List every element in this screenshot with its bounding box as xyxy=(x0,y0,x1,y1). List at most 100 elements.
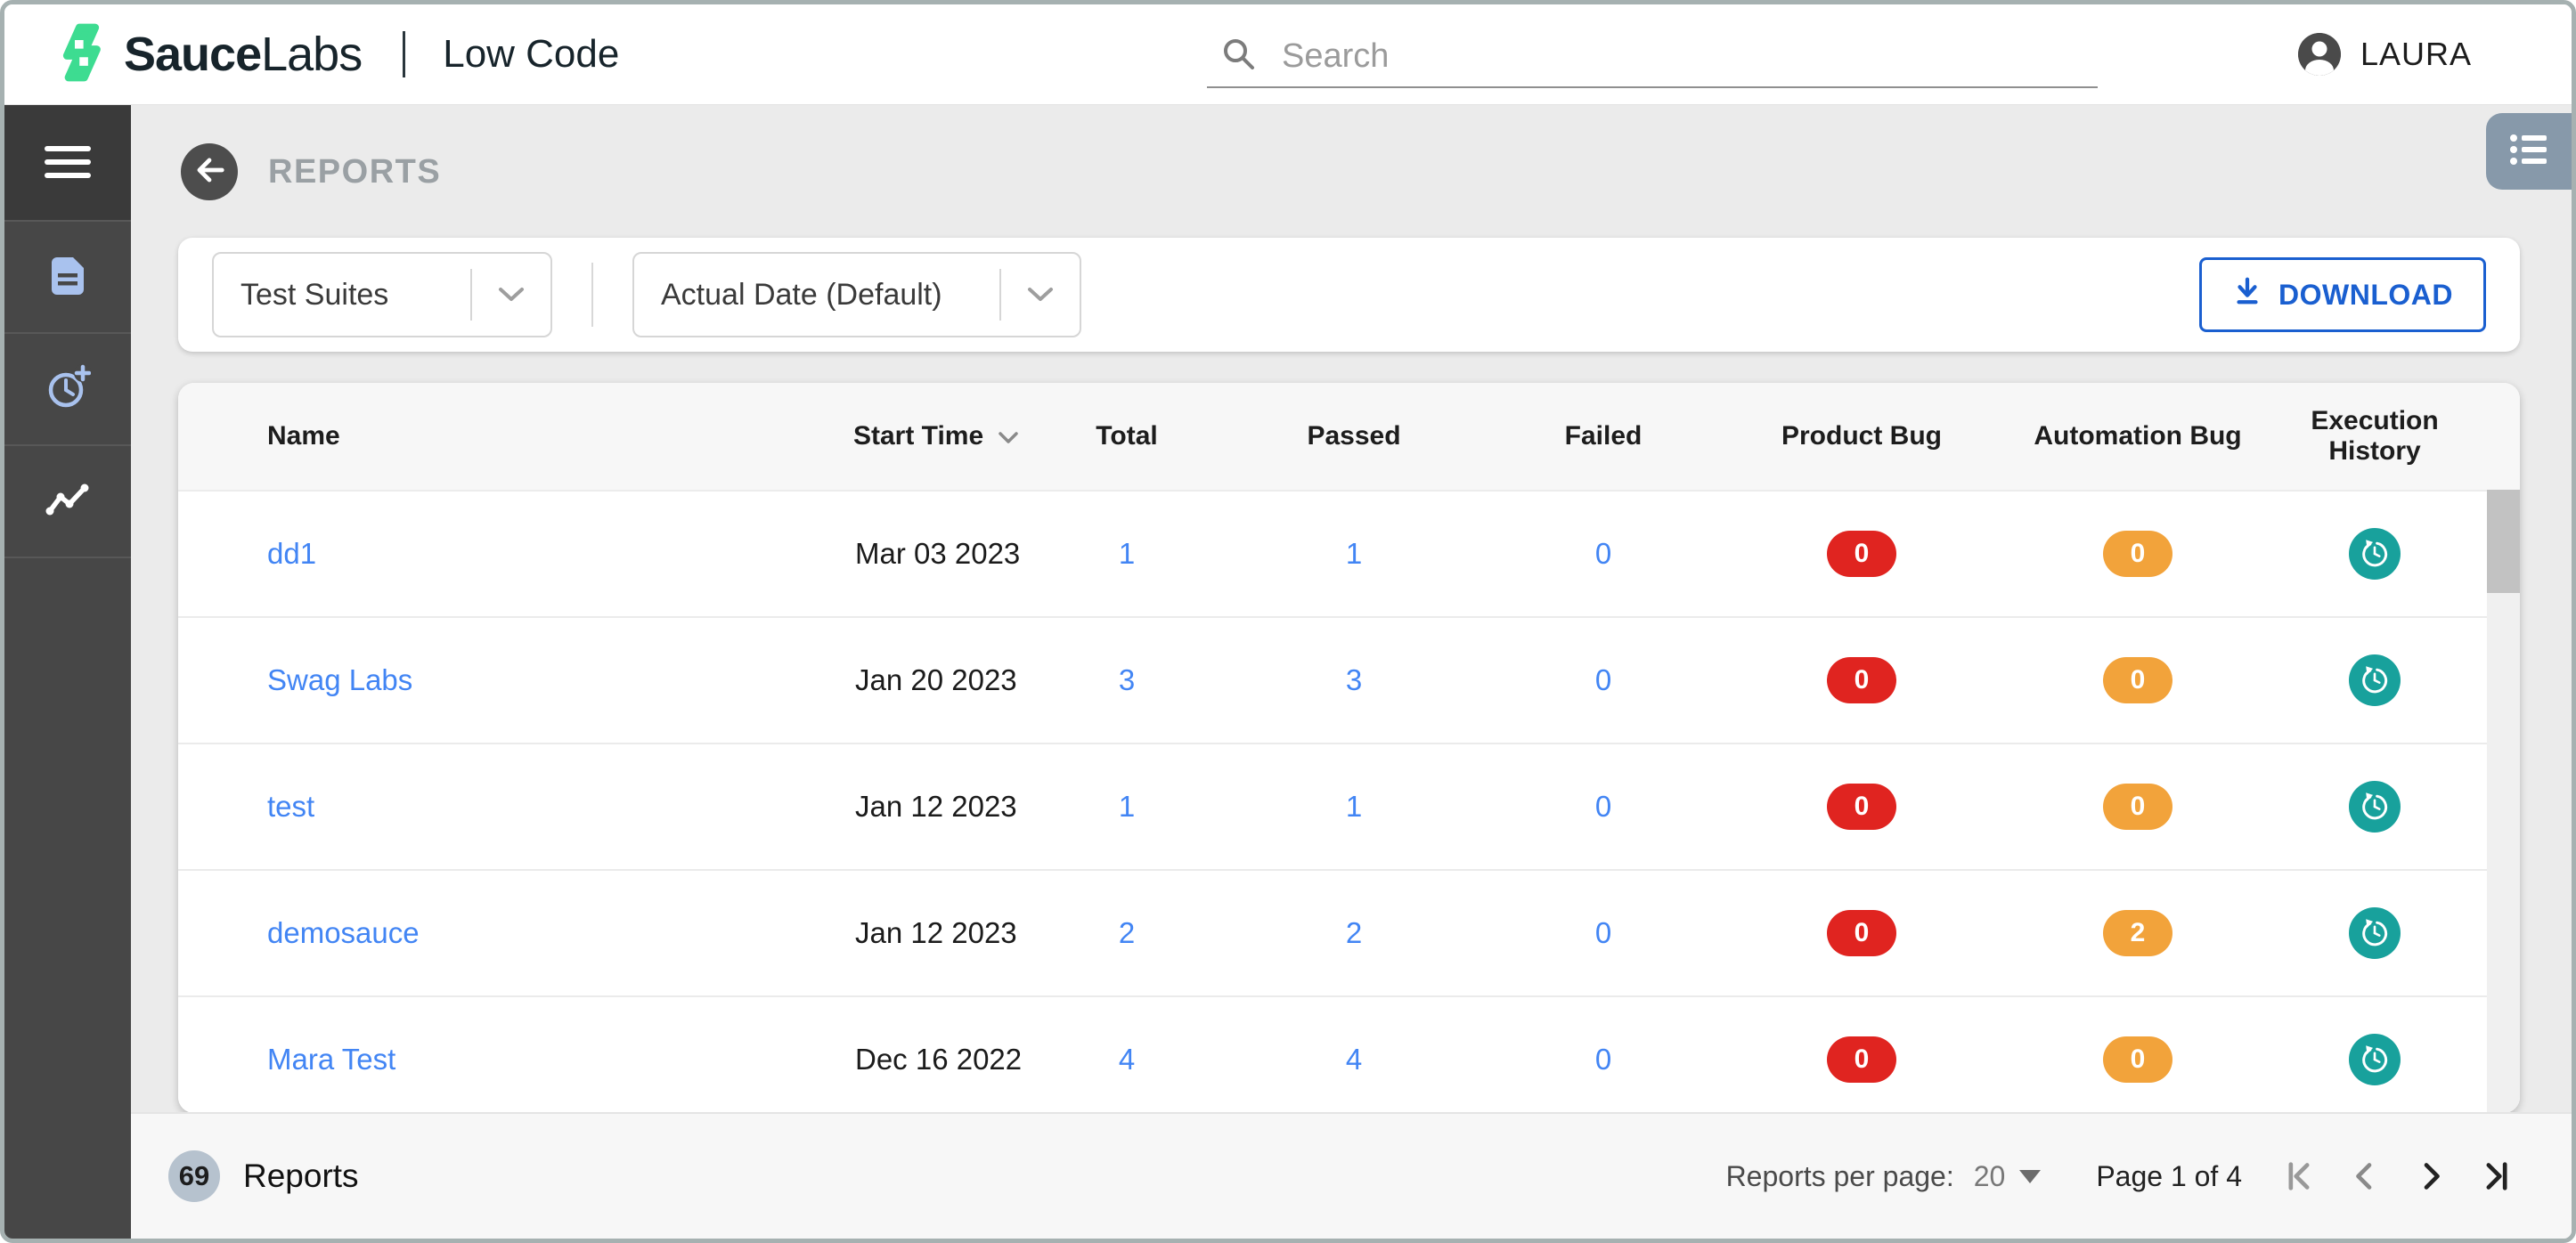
column-header-total[interactable]: Total xyxy=(1096,421,1157,451)
user-name: LAURA xyxy=(2360,36,2472,72)
start-time-cell: Jan 20 2023 xyxy=(855,663,1017,696)
report-name-link[interactable]: demosauce xyxy=(178,916,766,950)
brand: SauceLabs Low Code xyxy=(56,4,619,104)
start-time-cell: Jan 12 2023 xyxy=(855,790,1017,823)
report-count-label: Reports xyxy=(243,1158,359,1194)
list-view-toggle-button[interactable] xyxy=(2486,113,2572,190)
date-filter-value: Actual Date (Default) xyxy=(661,277,942,312)
table-scrollbar-track[interactable] xyxy=(2487,490,2520,1113)
execution-history-button[interactable] xyxy=(2349,528,2401,580)
automation-bug-badge[interactable]: 0 xyxy=(2103,784,2172,830)
passed-count-link[interactable]: 1 xyxy=(1346,537,1362,571)
automation-bug-cell: 0 xyxy=(2103,657,2172,703)
failed-count-link[interactable]: 0 xyxy=(1595,916,1611,950)
passed-count-link[interactable]: 1 xyxy=(1346,790,1362,824)
filter-divider xyxy=(591,263,593,327)
column-header-name[interactable]: Name xyxy=(178,421,766,451)
automation-bug-badge[interactable]: 2 xyxy=(2103,910,2172,956)
execution-history-cell xyxy=(2349,781,2401,833)
download-label: DOWNLOAD xyxy=(2278,278,2453,311)
previous-page-button[interactable] xyxy=(2345,1157,2384,1196)
report-count-badge: 69 xyxy=(168,1150,220,1202)
per-page-caret-icon[interactable] xyxy=(2019,1169,2042,1183)
column-header-automation-bug[interactable]: Automation Bug xyxy=(2034,421,2241,451)
per-page-label: Reports per page: xyxy=(1725,1159,1954,1192)
table-scrollbar-thumb[interactable] xyxy=(2487,490,2520,593)
report-name-link[interactable]: Mara Test xyxy=(178,1043,766,1076)
total-count-link[interactable]: 4 xyxy=(1119,1043,1135,1076)
automation-bug-badge[interactable]: 0 xyxy=(2103,657,2172,703)
chevron-down-icon xyxy=(1001,287,1080,303)
column-header-execution-history[interactable]: Execution History xyxy=(2262,406,2487,467)
product-bug-cell: 0 xyxy=(1827,657,1896,703)
execution-history-button[interactable] xyxy=(2349,781,2401,833)
failed-count-link[interactable]: 0 xyxy=(1595,790,1611,824)
column-header-passed[interactable]: Passed xyxy=(1307,421,1400,451)
clock-restore-icon xyxy=(2362,792,2388,820)
suite-filter-dropdown[interactable]: Test Suites xyxy=(212,252,552,337)
start-time-cell: Mar 03 2023 xyxy=(855,537,1021,570)
report-name-link[interactable]: test xyxy=(178,790,766,824)
download-button[interactable]: DOWNLOAD xyxy=(2199,257,2486,332)
last-page-button[interactable] xyxy=(2477,1157,2516,1196)
product-bug-badge[interactable]: 0 xyxy=(1827,784,1896,830)
failed-count-link[interactable]: 0 xyxy=(1595,663,1611,697)
execution-history-button[interactable] xyxy=(2349,907,2401,959)
report-name-link[interactable]: dd1 xyxy=(178,537,766,571)
execution-history-button[interactable] xyxy=(2349,1034,2401,1085)
automation-bug-cell: 0 xyxy=(2103,531,2172,577)
automation-bug-cell: 0 xyxy=(2103,784,2172,830)
execution-history-cell xyxy=(2349,1034,2401,1085)
passed-count-link[interactable]: 2 xyxy=(1346,916,1362,950)
brand-product-label: Low Code xyxy=(443,32,620,76)
total-count-link[interactable]: 1 xyxy=(1119,537,1135,571)
next-page-button[interactable] xyxy=(2411,1157,2450,1196)
automation-bug-badge[interactable]: 0 xyxy=(2103,1036,2172,1083)
brand-name: SauceLabs xyxy=(124,28,363,81)
product-bug-badge[interactable]: 0 xyxy=(1827,657,1896,703)
sidebar-item-documents[interactable] xyxy=(4,220,131,332)
clock-restore-icon xyxy=(2362,666,2388,694)
execution-history-cell xyxy=(2349,907,2401,959)
total-count-link[interactable]: 1 xyxy=(1119,790,1135,824)
execution-history-button[interactable] xyxy=(2349,654,2401,706)
column-header-failed[interactable]: Failed xyxy=(1565,421,1643,451)
sidebar-menu-toggle[interactable] xyxy=(4,104,131,220)
product-bug-badge[interactable]: 0 xyxy=(1827,910,1896,956)
failed-count-link[interactable]: 0 xyxy=(1595,537,1611,571)
hamburger-menu-icon xyxy=(45,146,91,178)
search-icon xyxy=(1221,37,1257,77)
sidebar-item-reports-active[interactable] xyxy=(4,444,131,557)
report-name-link[interactable]: Swag Labs xyxy=(178,663,766,697)
product-bug-badge[interactable]: 0 xyxy=(1827,531,1896,577)
sidebar-item-schedules[interactable] xyxy=(4,332,131,444)
search-bar[interactable] xyxy=(1207,26,2098,88)
date-filter-dropdown[interactable]: Actual Date (Default) xyxy=(632,252,1081,337)
automation-bug-badge[interactable]: 0 xyxy=(2103,531,2172,577)
sort-chevron-down-icon xyxy=(998,421,1019,451)
brand-divider xyxy=(403,31,406,77)
first-page-button[interactable] xyxy=(2279,1157,2319,1196)
clock-restore-icon xyxy=(2362,1045,2388,1073)
start-time-cell: Dec 16 2022 xyxy=(855,1043,1023,1076)
passed-count-link[interactable]: 4 xyxy=(1346,1043,1362,1076)
clock-restore-icon xyxy=(2362,540,2388,567)
automation-bug-cell: 0 xyxy=(2103,1036,2172,1083)
table-row: test Jan 12 2023 1 1 0 0 0 xyxy=(178,744,2520,871)
user-menu[interactable]: LAURA xyxy=(2297,4,2472,104)
table-row: demosauce Jan 12 2023 2 2 0 0 2 xyxy=(178,871,2520,997)
per-page-value[interactable]: 20 xyxy=(1974,1160,2006,1193)
failed-count-link[interactable]: 0 xyxy=(1595,1043,1611,1076)
main-content: REPORTS Test Suites Actual Date (Default… xyxy=(131,104,2572,1239)
table-row: dd1 Mar 03 2023 1 1 0 0 0 xyxy=(178,492,2520,618)
product-bug-badge[interactable]: 0 xyxy=(1827,1036,1896,1083)
download-icon xyxy=(2232,276,2262,313)
back-button[interactable] xyxy=(181,143,238,200)
column-header-start-time[interactable]: Start Time xyxy=(766,421,1042,451)
total-count-link[interactable]: 3 xyxy=(1119,663,1135,697)
app-window: SauceLabs Low Code LAURA xyxy=(0,0,2576,1243)
total-count-link[interactable]: 2 xyxy=(1119,916,1135,950)
search-input[interactable] xyxy=(1280,36,2014,77)
passed-count-link[interactable]: 3 xyxy=(1346,663,1362,697)
column-header-product-bug[interactable]: Product Bug xyxy=(1781,421,1942,451)
